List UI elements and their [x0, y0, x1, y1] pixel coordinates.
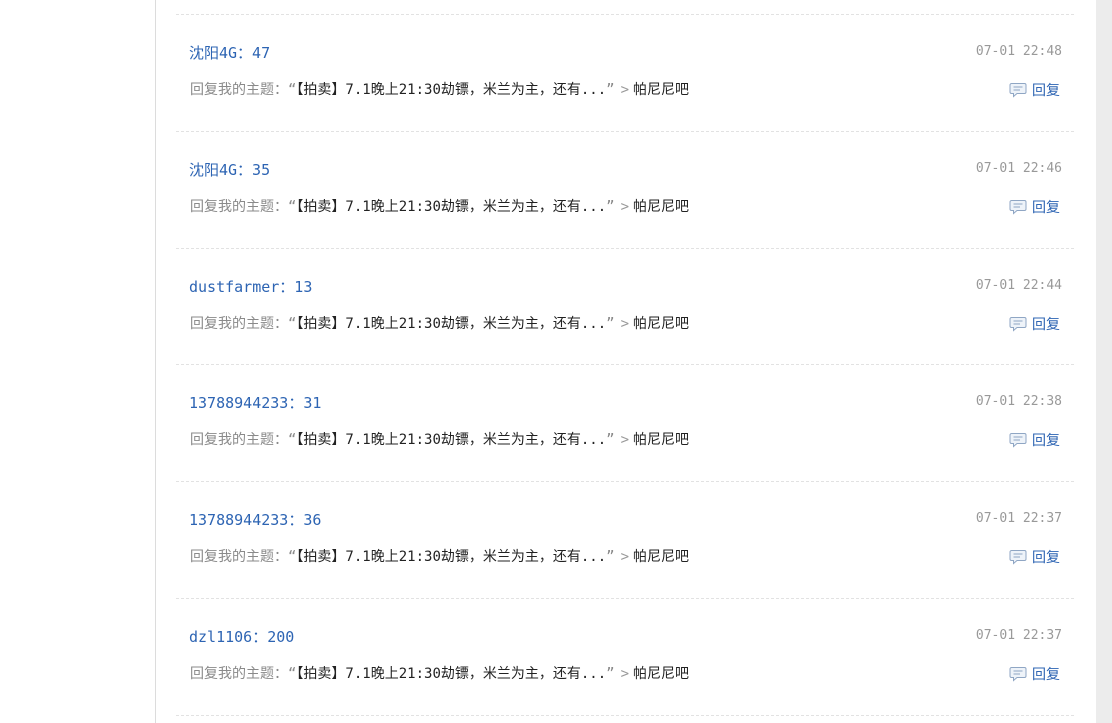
breadcrumb-chevron-icon: > [620, 82, 630, 98]
reply-button[interactable]: 回复 [1009, 547, 1060, 567]
reply-prefix: 回复我的主题： [190, 199, 288, 215]
reply-context: 回复我的主题：“【拍卖】7.1晚上21:30劫镖，米兰为主，还有...” > 帕尼尼… [190, 430, 689, 450]
quote-close: ” [606, 82, 615, 98]
breadcrumb-chevron-icon: > [620, 549, 630, 565]
reply-timestamp: 07-01 22:48 [975, 44, 1062, 59]
reply-sender-link[interactable]: 13788944233：36 [189, 509, 321, 530]
forum-link[interactable]: 帕尼尼吧 [633, 199, 689, 215]
reply-entry: dustfarmer：13 07-01 22:44 回复我的主题：“【拍卖】7.… [176, 248, 1074, 365]
reply-timestamp: 07-01 22:38 [975, 394, 1062, 409]
reply-button[interactable]: 回复 [1009, 197, 1060, 217]
forum-link[interactable]: 帕尼尼吧 [633, 549, 689, 565]
reply-feed: 沈阳4G：47 07-01 22:48 回复我的主题：“【拍卖】7.1晚上21:… [176, 0, 1074, 723]
speech-bubble-icon [1009, 550, 1027, 565]
reply-context: 回复我的主题：“【拍卖】7.1晚上21:30劫镖，米兰为主，还有...” > 帕尼尼… [190, 197, 689, 217]
speech-bubble-icon [1009, 83, 1027, 98]
reply-sender-link[interactable]: dustfarmer：13 [189, 276, 312, 297]
reply-button-label: 回复 [1032, 83, 1060, 99]
reply-prefix: 回复我的主题： [190, 82, 288, 98]
reply-button[interactable]: 回复 [1009, 80, 1060, 100]
reply-button[interactable]: 回复 [1009, 314, 1060, 334]
forum-link[interactable]: 帕尼尼吧 [633, 82, 689, 98]
breadcrumb-chevron-icon: > [620, 666, 630, 682]
topic-title-link[interactable]: 【拍卖】7.1晚上21:30劫镖，米兰为主，还有... [296, 82, 606, 98]
reply-entry: dzl1106：200 07-01 22:37 回复我的主题：“【拍卖】7.1晚… [176, 598, 1074, 715]
speech-bubble-icon [1009, 433, 1027, 448]
reply-button-label: 回复 [1032, 550, 1060, 566]
reply-prefix: 回复我的主题： [190, 432, 288, 448]
reply-context: 回复我的主题：“【拍卖】7.1晚上21:30劫镖，米兰为主，还有...” > 帕尼尼… [190, 547, 689, 567]
reply-timestamp: 07-01 22:44 [975, 278, 1062, 293]
reply-prefix: 回复我的主题： [190, 666, 288, 682]
reply-timestamp: 07-01 22:46 [975, 161, 1062, 176]
reply-button-label: 回复 [1032, 433, 1060, 449]
speech-bubble-icon [1009, 667, 1027, 682]
quote-close: ” [606, 432, 615, 448]
forum-link[interactable]: 帕尼尼吧 [633, 316, 689, 332]
reply-entry: 13788944233：36 07-01 22:37 回复我的主题：“【拍卖】7… [176, 481, 1074, 598]
reply-timestamp: 07-01 22:37 [975, 511, 1062, 526]
forum-link[interactable]: 帕尼尼吧 [633, 666, 689, 682]
topic-title-link[interactable]: 【拍卖】7.1晚上21:30劫镖，米兰为主，还有... [296, 199, 606, 215]
reply-timestamp: 07-01 22:37 [975, 628, 1062, 643]
reply-button-label: 回复 [1032, 317, 1060, 333]
reply-context: 回复我的主题：“【拍卖】7.1晚上21:30劫镖，米兰为主，还有...” > 帕尼尼… [190, 664, 689, 684]
breadcrumb-chevron-icon: > [620, 316, 630, 332]
quote-close: ” [606, 316, 615, 332]
reply-button-label: 回复 [1032, 200, 1060, 216]
reply-sender-link[interactable]: 13788944233：31 [189, 392, 321, 413]
reply-context: 回复我的主题：“【拍卖】7.1晚上21:30劫镖，米兰为主，还有...” > 帕尼尼… [190, 80, 689, 100]
quote-close: ” [606, 666, 615, 682]
speech-bubble-icon [1009, 200, 1027, 215]
reply-prefix: 回复我的主题： [190, 549, 288, 565]
topic-title-link[interactable]: 【拍卖】7.1晚上21:30劫镖，米兰为主，还有... [296, 432, 606, 448]
reply-button-label: 回复 [1032, 667, 1060, 683]
reply-entry: 沈阳4G：47 07-01 22:48 回复我的主题：“【拍卖】7.1晚上21:… [176, 14, 1074, 131]
quote-close: ” [606, 549, 615, 565]
reply-prefix: 回复我的主题： [190, 316, 288, 332]
quote-close: ” [606, 199, 615, 215]
speech-bubble-icon [1009, 317, 1027, 332]
topic-title-link[interactable]: 【拍卖】7.1晚上21:30劫镖，米兰为主，还有... [296, 666, 606, 682]
reply-button[interactable]: 回复 [1009, 430, 1060, 450]
reply-entry: 13788944233：31 07-01 22:38 回复我的主题：“【拍卖】7… [176, 364, 1074, 481]
reply-sender-link[interactable]: dzl1106：200 [189, 626, 294, 647]
entry-divider [176, 715, 1074, 716]
scrollbar-track[interactable] [1096, 0, 1112, 723]
topic-title-link[interactable]: 【拍卖】7.1晚上21:30劫镖，米兰为主，还有... [296, 316, 606, 332]
topic-title-link[interactable]: 【拍卖】7.1晚上21:30劫镖，米兰为主，还有... [296, 549, 606, 565]
left-sidebar [0, 0, 156, 723]
reply-button[interactable]: 回复 [1009, 664, 1060, 684]
breadcrumb-chevron-icon: > [620, 432, 630, 448]
forum-link[interactable]: 帕尼尼吧 [633, 432, 689, 448]
breadcrumb-chevron-icon: > [620, 199, 630, 215]
reply-sender-link[interactable]: 沈阳4G：35 [189, 159, 270, 180]
reply-sender-link[interactable]: 沈阳4G：47 [189, 42, 270, 63]
reply-entry: 沈阳4G：35 07-01 22:46 回复我的主题：“【拍卖】7.1晚上21:… [176, 131, 1074, 248]
reply-context: 回复我的主题：“【拍卖】7.1晚上21:30劫镖，米兰为主，还有...” > 帕尼尼… [190, 314, 689, 334]
